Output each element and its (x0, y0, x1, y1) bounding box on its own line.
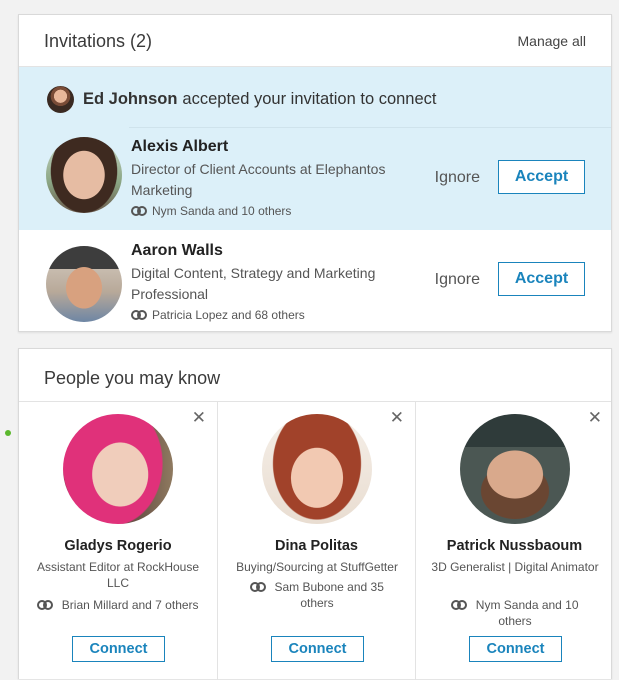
shared-connections-icon (37, 600, 54, 610)
accepted-person-name[interactable]: Ed Johnson (83, 90, 177, 109)
pymk-person-card: ✕ Dina Politas Buying/Sourcing at StuffG… (217, 402, 415, 680)
shared-connections-icon (131, 310, 147, 320)
pymk-headline: Assistant Editor at RockHouse LLC (36, 560, 200, 590)
status-dot (5, 430, 11, 436)
pymk-headline: Buying/Sourcing at StuffGetter (236, 560, 398, 574)
close-icon[interactable]: ✕ (390, 408, 404, 428)
manage-all-link[interactable]: Manage all (518, 33, 587, 49)
ignore-button[interactable]: Ignore (435, 271, 480, 289)
invitations-card: Invitations (2) Manage all Ed Johnson ac… (18, 14, 612, 332)
invitation-headline: Digital Content, Strategy and Marketing … (131, 265, 376, 302)
row-divider (129, 127, 611, 128)
connect-button[interactable]: Connect (271, 636, 364, 662)
pymk-grid: ✕ Gladys Rogerio Assistant Editor at Roc… (19, 402, 611, 680)
pymk-name[interactable]: Gladys Rogerio (19, 538, 217, 554)
close-icon[interactable]: ✕ (192, 408, 206, 428)
pymk-headline: 3D Generalist | Digital Animator (431, 560, 599, 574)
shared-connections-text: Brian Millard and 7 others (61, 598, 199, 612)
connect-button[interactable]: Connect (72, 636, 165, 662)
shared-connections-icon (131, 206, 147, 216)
invitation-row: Aaron Walls Digital Content, Strategy an… (19, 231, 611, 334)
invitation-details: Aaron Walls Digital Content, Strategy an… (131, 241, 421, 323)
page: Invitations (2) Manage all Ed Johnson ac… (0, 0, 619, 680)
avatar[interactable] (63, 414, 173, 524)
avatar[interactable] (460, 414, 570, 524)
accept-button[interactable]: Accept (498, 160, 585, 194)
pymk-person-card: ✕ Patrick Nussbaoum 3D Generalist | Digi… (415, 402, 613, 680)
ignore-button[interactable]: Ignore (435, 169, 480, 187)
avatar[interactable] (262, 414, 372, 524)
avatar[interactable] (47, 85, 74, 113)
shared-connections-text: Nym Sanda and 10 others (152, 204, 292, 218)
shared-connections-text: Sam Bubone and 35 others (274, 580, 384, 610)
close-icon[interactable]: ✕ (588, 408, 602, 428)
shared-connections: Patricia Lopez and 68 others (131, 307, 421, 323)
shared-connections-text: Nym Sanda and 10 others (475, 598, 579, 628)
accept-button[interactable]: Accept (498, 262, 585, 296)
accepted-notice: Ed Johnson accepted your invitation to c… (47, 85, 437, 113)
shared-connections: Brian Millard and 7 others (37, 597, 199, 613)
pymk-person-card: ✕ Gladys Rogerio Assistant Editor at Roc… (19, 402, 217, 680)
accepted-text: accepted your invitation to connect (182, 89, 437, 108)
avatar[interactable] (46, 246, 122, 322)
invitation-name[interactable]: Aaron Walls (131, 241, 421, 261)
invitation-details: Alexis Albert Director of Client Account… (131, 137, 421, 219)
pymk-title: People you may know (44, 368, 221, 388)
invitation-row: Alexis Albert Director of Client Account… (19, 127, 611, 230)
shared-connections-icon (250, 582, 267, 592)
invitations-header: Invitations (2) Manage all (19, 15, 611, 67)
people-you-may-know-card: People you may know ✕ Gladys Rogerio Ass… (18, 348, 612, 680)
shared-connections: Sam Bubone and 35 others (236, 579, 398, 611)
pymk-name[interactable]: Patrick Nussbaoum (416, 538, 613, 554)
shared-connections-icon (451, 600, 468, 610)
shared-connections-text: Patricia Lopez and 68 others (152, 308, 305, 322)
invitations-title: Invitations (2) (44, 31, 153, 51)
shared-connections: Nym Sanda and 10 others (434, 597, 596, 629)
connect-button[interactable]: Connect (469, 636, 562, 662)
avatar[interactable] (46, 137, 122, 213)
pymk-name[interactable]: Dina Politas (218, 538, 415, 554)
invitation-headline: Director of Client Accounts at Elephanto… (131, 161, 386, 198)
invitation-name[interactable]: Alexis Albert (131, 137, 421, 157)
shared-connections: Nym Sanda and 10 others (131, 203, 421, 219)
pymk-header: People you may know (19, 349, 611, 402)
